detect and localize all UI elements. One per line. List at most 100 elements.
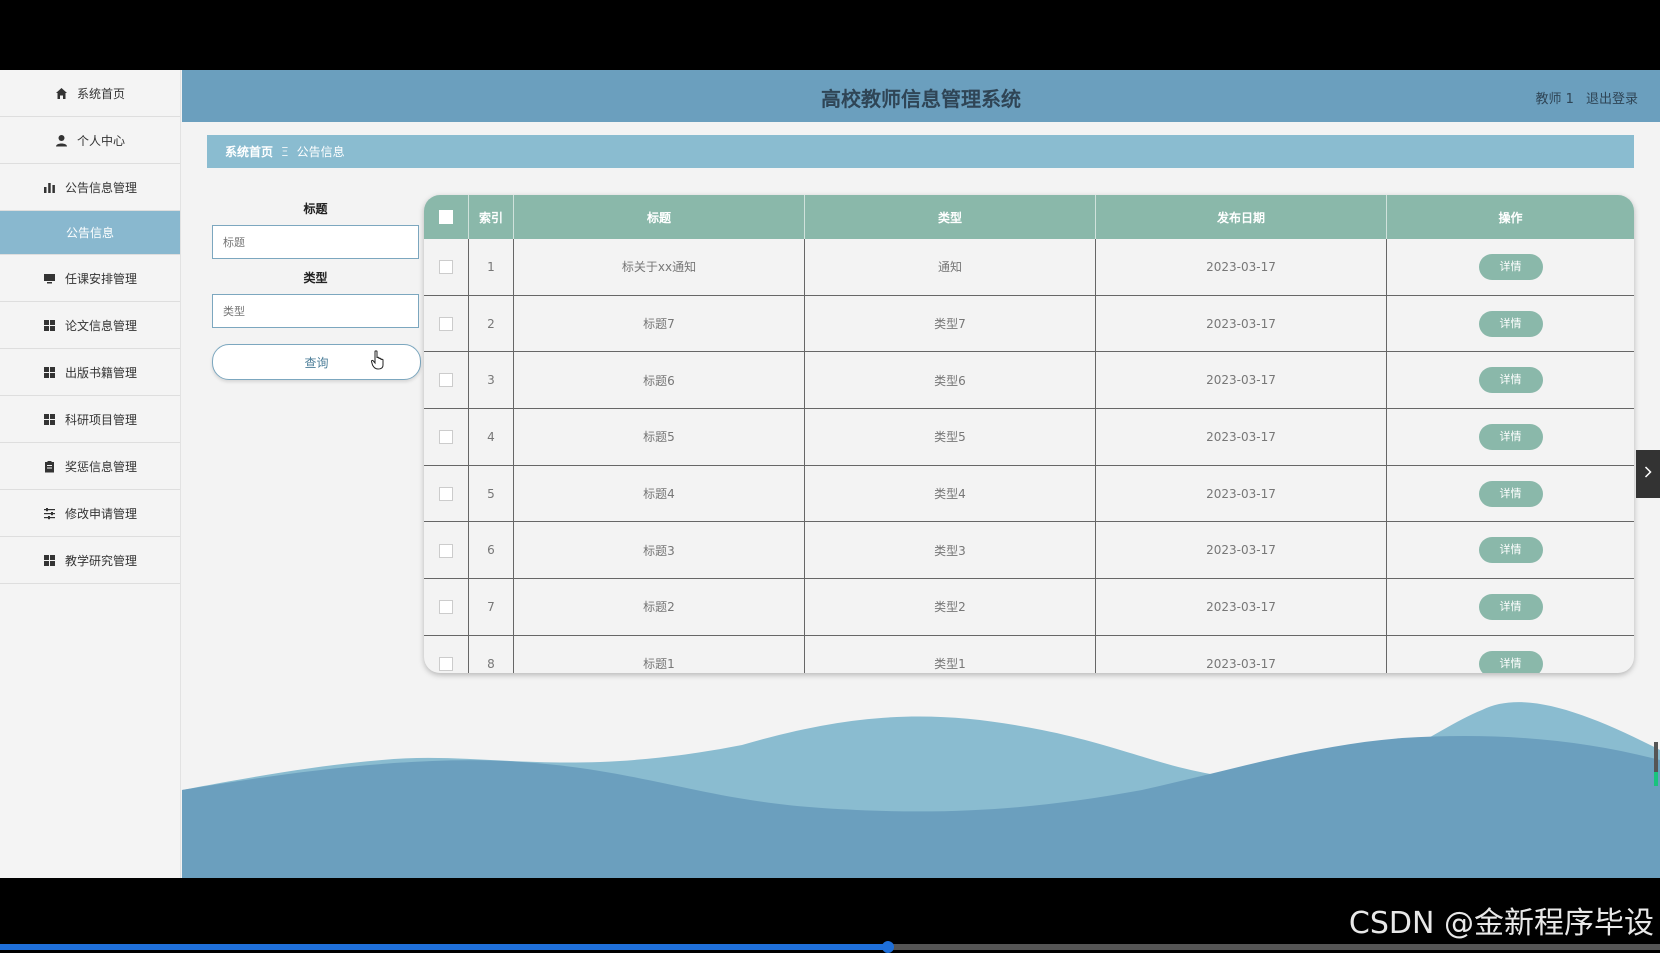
app-screen: 系统首页 个人中心 公告信息管理 公告信息 任课安排管理 论文信息管理 出版书籍…	[0, 70, 1660, 878]
cell-index: 7	[468, 578, 514, 636]
sidebar-subitem-notice[interactable]: 公告信息	[0, 211, 180, 255]
side-expand-toggle[interactable]	[1636, 450, 1660, 498]
cell-date: 2023-03-17	[1095, 351, 1387, 410]
sidebar-item-notice-management[interactable]: 公告信息管理	[0, 164, 180, 211]
scroll-indicator	[1654, 742, 1658, 786]
row-checkbox[interactable]	[439, 656, 453, 671]
detail-button[interactable]: 详情	[1478, 593, 1543, 620]
column-header-title: 标题	[513, 195, 805, 239]
sidebar-item-books[interactable]: 出版书籍管理	[0, 349, 180, 396]
sidebar-item-paper[interactable]: 论文信息管理	[0, 302, 180, 349]
row-select-cell	[424, 351, 469, 410]
detail-button[interactable]: 详情	[1478, 310, 1543, 337]
grid-icon	[43, 365, 57, 379]
row-checkbox[interactable]	[439, 316, 453, 331]
notice-table: 索引 标题 类型 发布日期 操作 1 标关于xx通知 通知 2023-03-17…	[424, 195, 1634, 673]
cell-title: 标题7	[513, 295, 805, 353]
cell-date: 2023-03-17	[1095, 465, 1387, 523]
cell-index: 3	[468, 351, 514, 410]
search-panel: 标题 类型 查询	[212, 200, 421, 380]
breadcrumb-home[interactable]: 系统首页	[225, 143, 273, 160]
cell-index: 2	[468, 295, 514, 353]
cell-date: 2023-03-17	[1095, 578, 1387, 636]
breadcrumb-separator: Ξ	[281, 144, 289, 159]
detail-button[interactable]: 详情	[1478, 480, 1543, 507]
video-progress-handle[interactable]	[882, 941, 895, 953]
cell-title: 标题6	[513, 351, 805, 410]
cell-index: 6	[468, 521, 514, 580]
cell-type: 类型2	[804, 578, 1096, 636]
user-area: 教师 1 退出登录	[1527, 88, 1638, 107]
type-filter-input[interactable]	[212, 294, 419, 328]
cell-title: 标题3	[513, 521, 805, 580]
cell-action: 详情	[1386, 295, 1634, 353]
sidebar-item-label: 个人中心	[76, 133, 125, 148]
cell-index: 1	[468, 239, 514, 296]
cell-type: 类型4	[804, 465, 1096, 523]
cell-action: 详情	[1386, 521, 1634, 580]
home-icon	[55, 86, 69, 100]
select-all-cell	[424, 195, 469, 239]
cell-date: 2023-03-17	[1095, 239, 1387, 296]
detail-button[interactable]: 详情	[1478, 367, 1543, 394]
table-row: 7 标题2 类型2 2023-03-17 详情	[424, 578, 1634, 636]
cell-date: 2023-03-17	[1095, 635, 1387, 673]
row-select-cell	[424, 465, 469, 523]
grid-icon	[43, 553, 57, 567]
title-filter-input[interactable]	[212, 225, 419, 259]
title-filter-label: 标题	[303, 202, 328, 216]
select-all-checkbox[interactable]	[439, 210, 453, 225]
sidebar-item-home[interactable]: 系统首页	[0, 70, 180, 117]
table-row: 1 标关于xx通知 通知 2023-03-17 详情	[424, 239, 1634, 296]
video-progress-bar[interactable]	[0, 941, 1660, 953]
watermark-text: CSDN @金新程序毕设	[1348, 906, 1654, 941]
row-checkbox[interactable]	[439, 373, 453, 388]
sliders-icon	[43, 506, 57, 520]
cell-index: 5	[468, 465, 514, 523]
query-button[interactable]: 查询	[212, 344, 421, 380]
sidebar-item-profile[interactable]: 个人中心	[0, 117, 180, 164]
table-row: 8 标题1 类型1 2023-03-17 详情	[424, 635, 1634, 673]
sidebar-item-research-project[interactable]: 科研项目管理	[0, 396, 180, 443]
row-select-cell	[424, 521, 469, 580]
table-row: 4 标题5 类型5 2023-03-17 详情	[424, 408, 1634, 466]
row-select-cell	[424, 295, 469, 353]
row-checkbox[interactable]	[439, 543, 453, 558]
sidebar-item-rewards[interactable]: 奖惩信息管理	[0, 443, 180, 490]
cell-action: 详情	[1386, 239, 1634, 296]
detail-button[interactable]: 详情	[1478, 423, 1543, 450]
table-row: 3 标题6 类型6 2023-03-17 详情	[424, 351, 1634, 410]
decorative-waves	[182, 702, 1660, 878]
type-filter-label: 类型	[303, 271, 328, 285]
sidebar-item-label: 奖惩信息管理	[64, 459, 137, 474]
user-icon	[55, 133, 69, 147]
column-header-type: 类型	[804, 195, 1096, 239]
sidebar-item-course-schedule[interactable]: 任课安排管理	[0, 255, 180, 302]
sidebar-item-label: 教学研究管理	[64, 553, 137, 568]
row-checkbox[interactable]	[439, 430, 453, 445]
cell-date: 2023-03-17	[1095, 295, 1387, 353]
cell-type: 类型5	[804, 408, 1096, 466]
cell-type: 类型7	[804, 295, 1096, 353]
row-checkbox[interactable]	[439, 600, 453, 615]
cell-action: 详情	[1386, 351, 1634, 410]
sidebar-item-change-request[interactable]: 修改申请管理	[0, 490, 180, 537]
sidebar-item-label: 任课安排管理	[64, 271, 137, 286]
sidebar-item-label: 出版书籍管理	[64, 365, 137, 380]
logout-link[interactable]: 退出登录	[1586, 92, 1638, 107]
row-checkbox[interactable]	[439, 486, 453, 501]
detail-button[interactable]: 详情	[1478, 537, 1543, 564]
grid-icon	[43, 412, 57, 426]
sidebar-item-label: 论文信息管理	[64, 318, 137, 333]
cell-title: 标题1	[513, 635, 805, 673]
cell-type: 类型1	[804, 635, 1096, 673]
detail-button[interactable]: 详情	[1478, 253, 1543, 280]
cell-title: 标题4	[513, 465, 805, 523]
cell-type: 类型6	[804, 351, 1096, 410]
table-row: 2 标题7 类型7 2023-03-17 详情	[424, 295, 1634, 353]
cell-title: 标关于xx通知	[513, 239, 805, 296]
row-checkbox[interactable]	[439, 260, 453, 275]
sidebar-item-teaching-research[interactable]: 教学研究管理	[0, 537, 180, 584]
cell-index: 4	[468, 408, 514, 466]
cell-title: 标题2	[513, 578, 805, 636]
